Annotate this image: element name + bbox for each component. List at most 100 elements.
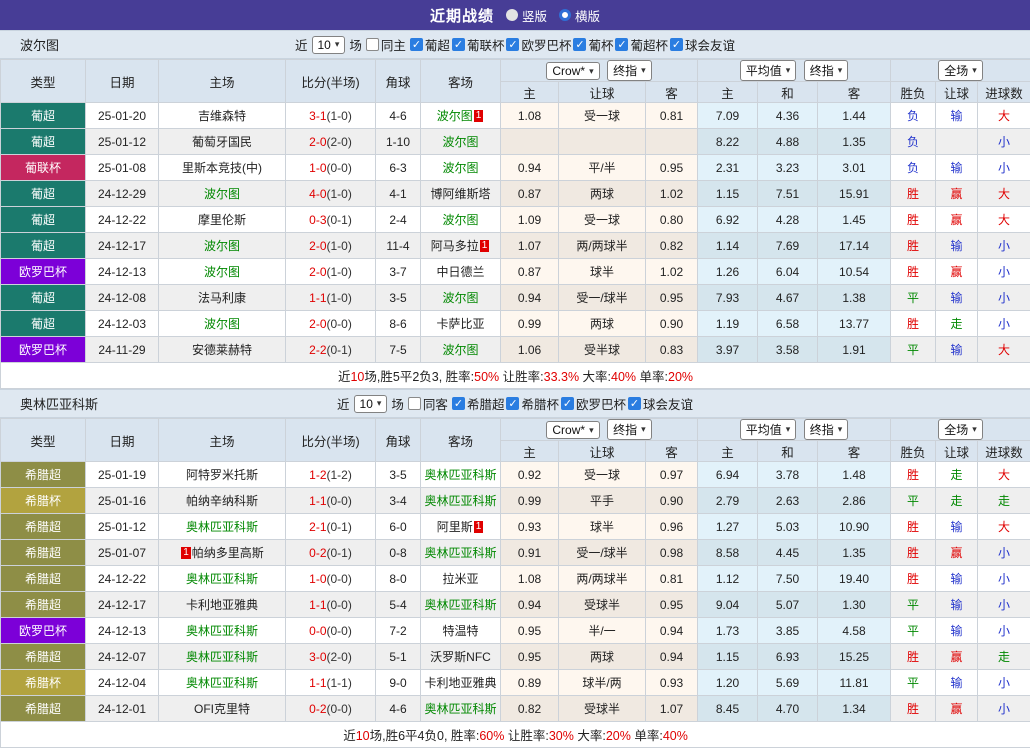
competition-badge: 葡超: [1, 103, 86, 129]
league-checkbox[interactable]: ✓球会友谊: [670, 35, 735, 54]
match-date: 24-12-17: [86, 592, 159, 618]
average-select[interactable]: 平均值▾: [740, 60, 797, 81]
odds-provider-select[interactable]: Crow*▾: [546, 62, 599, 80]
handicap-stage-select[interactable]: 终指▾: [607, 60, 652, 81]
league-checkbox[interactable]: ✓希腊超: [452, 394, 505, 413]
avg-home-odds: 8.58: [698, 540, 758, 566]
score-cell: 1-1(1-1): [286, 670, 376, 696]
league-filter-group: ✓希腊超✓希腊杯✓欧罗巴杯✓球会友谊: [452, 394, 693, 413]
corners-cell: 11-4: [376, 233, 421, 259]
match-date: 25-01-07: [86, 540, 159, 566]
games-count-select[interactable]: 10 ▾: [354, 395, 388, 413]
home-team-cell: 帕纳辛纳科斯: [159, 488, 286, 514]
fulltime-select-cell: 全场▾: [891, 60, 1030, 82]
average-select[interactable]: 平均值▾: [740, 419, 797, 440]
layout-radio-vertical[interactable]: 竖版: [506, 6, 547, 25]
result-goals: 大: [978, 103, 1030, 129]
away-team-cell: 中日德兰: [421, 259, 501, 285]
home-team-cell: 里斯本竞技(中): [159, 155, 286, 181]
fulltime-select[interactable]: 全场▾: [938, 419, 983, 440]
handicap-away-odds: 0.94: [646, 618, 698, 644]
handicap-line: 两/两球半: [559, 566, 646, 592]
col-header-home: 主场: [159, 60, 286, 103]
result-wdl: 平: [891, 618, 936, 644]
league-checkbox[interactable]: ✓葡杯: [573, 35, 613, 54]
chevron-down-icon: ▾: [838, 65, 843, 76]
handicap-home-odds: 1.09: [501, 207, 559, 233]
team-name-text: 拉米亚: [442, 572, 478, 586]
team-name-text: 特温特: [442, 624, 478, 638]
result-goals: 小: [978, 618, 1030, 644]
chevron-down-icon: ▾: [838, 424, 843, 435]
avg-home-odds: 2.31: [698, 155, 758, 181]
layout-radio-horizontal[interactable]: 横版: [559, 6, 600, 25]
average-value: 平均值: [746, 421, 782, 438]
average-stage-select[interactable]: 终指▾: [804, 60, 849, 81]
chevron-down-icon: ▾: [972, 424, 977, 435]
result-wdl: 胜: [891, 696, 936, 722]
avg-away-odds: 17.14: [818, 233, 891, 259]
handicap-home-odds: 1.06: [501, 337, 559, 363]
team-name-text: 波尔图: [442, 343, 478, 357]
result-handicap: 输: [936, 670, 978, 696]
avg-away-odds: 2.86: [818, 488, 891, 514]
result-handicap: 赢: [936, 696, 978, 722]
corners-cell: 3-5: [376, 285, 421, 311]
games-count-select[interactable]: 10 ▾: [312, 36, 346, 54]
league-checkbox[interactable]: ✓欧罗巴杯: [506, 35, 571, 54]
checkbox-checked-icon: ✓: [573, 38, 586, 51]
same-venue-checkbox[interactable]: 同客: [408, 394, 448, 413]
result-wdl: 平: [891, 337, 936, 363]
checkbox-icon: [408, 397, 421, 410]
result-handicap: 赢: [936, 540, 978, 566]
avg-draw-odds: 4.28: [758, 207, 818, 233]
league-checkbox[interactable]: ✓球会友谊: [628, 394, 693, 413]
chevron-down-icon: ▾: [335, 39, 340, 50]
checkbox-checked-icon: ✓: [506, 397, 519, 410]
corners-cell: 4-6: [376, 696, 421, 722]
score-cell: 2-0(1-0): [286, 233, 376, 259]
home-team-cell: 1帕纳多里高斯: [159, 540, 286, 566]
league-label: 葡超杯: [630, 35, 668, 54]
team-name-text: 波尔图: [204, 317, 240, 331]
team-name-text: 帕纳辛纳科斯: [186, 494, 258, 508]
result-goals: 大: [978, 462, 1030, 488]
average-stage-select[interactable]: 终指▾: [804, 419, 849, 440]
avg-home-odds: 1.15: [698, 644, 758, 670]
match-row: 希腊超24-12-22奥林匹亚科斯1-0(0-0)8-0拉米亚1.08两/两球半…: [1, 566, 1030, 592]
handicap-away-odds: 0.95: [646, 592, 698, 618]
league-checkbox[interactable]: ✓葡超: [410, 35, 450, 54]
filter-bar: 奥林匹亚科斯 近 10 ▾ 场 同客 ✓希腊超✓希腊杯✓欧罗巴杯✓球会友谊: [0, 389, 1030, 418]
match-row: 希腊超25-01-19阿特罗米托斯1-2(1-2)3-5奥林匹亚科斯0.92受一…: [1, 462, 1030, 488]
matches-body: 葡超25-01-20吉维森特3-1(1-0)4-6波尔图11.08受一球0.81…: [1, 103, 1030, 363]
competition-badge: 希腊超: [1, 514, 86, 540]
same-venue-checkbox[interactable]: 同主: [366, 35, 406, 54]
competition-badge: 希腊超: [1, 566, 86, 592]
handicap-home-odds: 0.99: [501, 488, 559, 514]
away-team-cell: 波尔图: [421, 207, 501, 233]
league-checkbox[interactable]: ✓葡联杯: [452, 35, 505, 54]
league-checkbox[interactable]: ✓欧罗巴杯: [561, 394, 626, 413]
avg-draw-odds: 4.36: [758, 103, 818, 129]
result-goals: 小: [978, 311, 1030, 337]
odds-provider-select[interactable]: Crow*▾: [546, 421, 599, 439]
match-row: 葡超24-12-03波尔图2-0(0-0)8-6卡萨比亚0.99两球0.901.…: [1, 311, 1030, 337]
match-row: 欧罗巴杯24-12-13奥林匹亚科斯0-0(0-0)7-2特温特0.95半/一0…: [1, 618, 1030, 644]
score-cell: 0-2(0-1): [286, 540, 376, 566]
col-header-score: 比分(半场): [286, 60, 376, 103]
team-name-text: 帕纳多里高斯: [192, 546, 264, 560]
home-team-cell: 法马利康: [159, 285, 286, 311]
handicap-stage-select[interactable]: 终指▾: [607, 419, 652, 440]
league-checkbox[interactable]: ✓葡超杯: [615, 35, 668, 54]
handicap-line: 受一球: [559, 207, 646, 233]
home-team-cell: 摩里伦斯: [159, 207, 286, 233]
away-team-cell: 沃罗斯NFC: [421, 644, 501, 670]
handicap-home-odds: 0.87: [501, 181, 559, 207]
avg-draw-odds: 6.93: [758, 644, 818, 670]
competition-badge: 葡超: [1, 285, 86, 311]
league-checkbox[interactable]: ✓希腊杯: [506, 394, 559, 413]
result-handicap: 输: [936, 337, 978, 363]
fulltime-select[interactable]: 全场▾: [938, 60, 983, 81]
result-wdl: 平: [891, 285, 936, 311]
result-wdl: 平: [891, 592, 936, 618]
